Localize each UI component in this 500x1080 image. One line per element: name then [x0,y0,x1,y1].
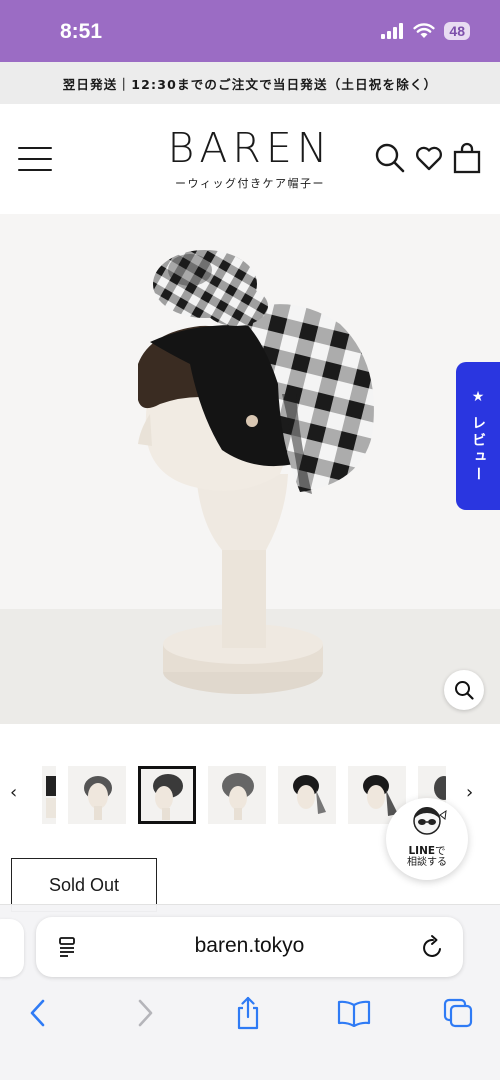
product-photo [0,214,500,724]
heart-icon[interactable] [414,143,444,173]
header-actions [374,142,482,174]
browser-toolbar [0,989,500,1039]
review-tab[interactable]: ★ レビュー [456,362,500,510]
zoom-icon [455,681,474,700]
bookmarks-button[interactable] [334,993,374,1033]
status-time: 8:51 [60,20,103,43]
logo-tagline: ーウィッグ付きケア帽子ー [175,177,325,190]
battery-icon: 48 [444,22,470,40]
line-consult-button[interactable]: LINEで 相談する [386,798,468,880]
forward-icon [138,999,153,1027]
thumbnail-prev-arrow[interactable]: ‹ [10,782,17,803]
site-logo[interactable]: BAREN ーウィッグ付きケア帽子ー [160,124,340,191]
share-icon [237,996,259,1030]
signal-icon [381,23,404,39]
line-avatar-icon [413,807,447,835]
menu-icon[interactable] [18,144,52,174]
previous-tab-card[interactable] [0,919,24,977]
line-brand-suffix: で [435,845,446,857]
tabs-icon [443,998,473,1028]
browser-chrome: baren.tokyo [0,904,500,1080]
status-bar: 8:51 48 [0,0,500,62]
share-button[interactable] [228,993,268,1033]
review-tab-label: ★ レビュー [470,388,486,484]
bookmarks-icon [337,1000,371,1027]
zoom-button[interactable] [444,670,484,710]
status-icons: 48 [380,22,470,40]
wifi-icon [413,23,436,38]
product-image[interactable] [0,214,500,724]
line-brand: LINE [408,845,436,857]
site-header: BAREN ーウィッグ付きケア帽子ー [0,104,500,214]
thumbnail-5[interactable] [278,766,336,824]
reload-icon[interactable] [421,934,445,960]
search-icon[interactable] [374,142,406,174]
url-text: baren.tokyo [194,934,305,957]
bag-icon[interactable] [452,142,482,174]
logo-text: BAREN [167,124,333,172]
thumbnail-3[interactable] [138,766,196,824]
forward-button[interactable] [125,993,165,1033]
tabs-button[interactable] [438,993,478,1033]
thumbnail-4[interactable] [208,766,266,824]
thumbnail-1[interactable] [42,766,56,824]
thumbnail-2[interactable] [68,766,126,824]
announcement-bar: 翌日発送｜12:30までのご注文で当日発送（土日祝を除く） [0,62,500,104]
back-button[interactable] [18,993,58,1033]
back-icon [30,999,45,1027]
address-bar[interactable]: baren.tokyo [36,917,463,977]
line-consult-label: 相談する [407,857,447,868]
